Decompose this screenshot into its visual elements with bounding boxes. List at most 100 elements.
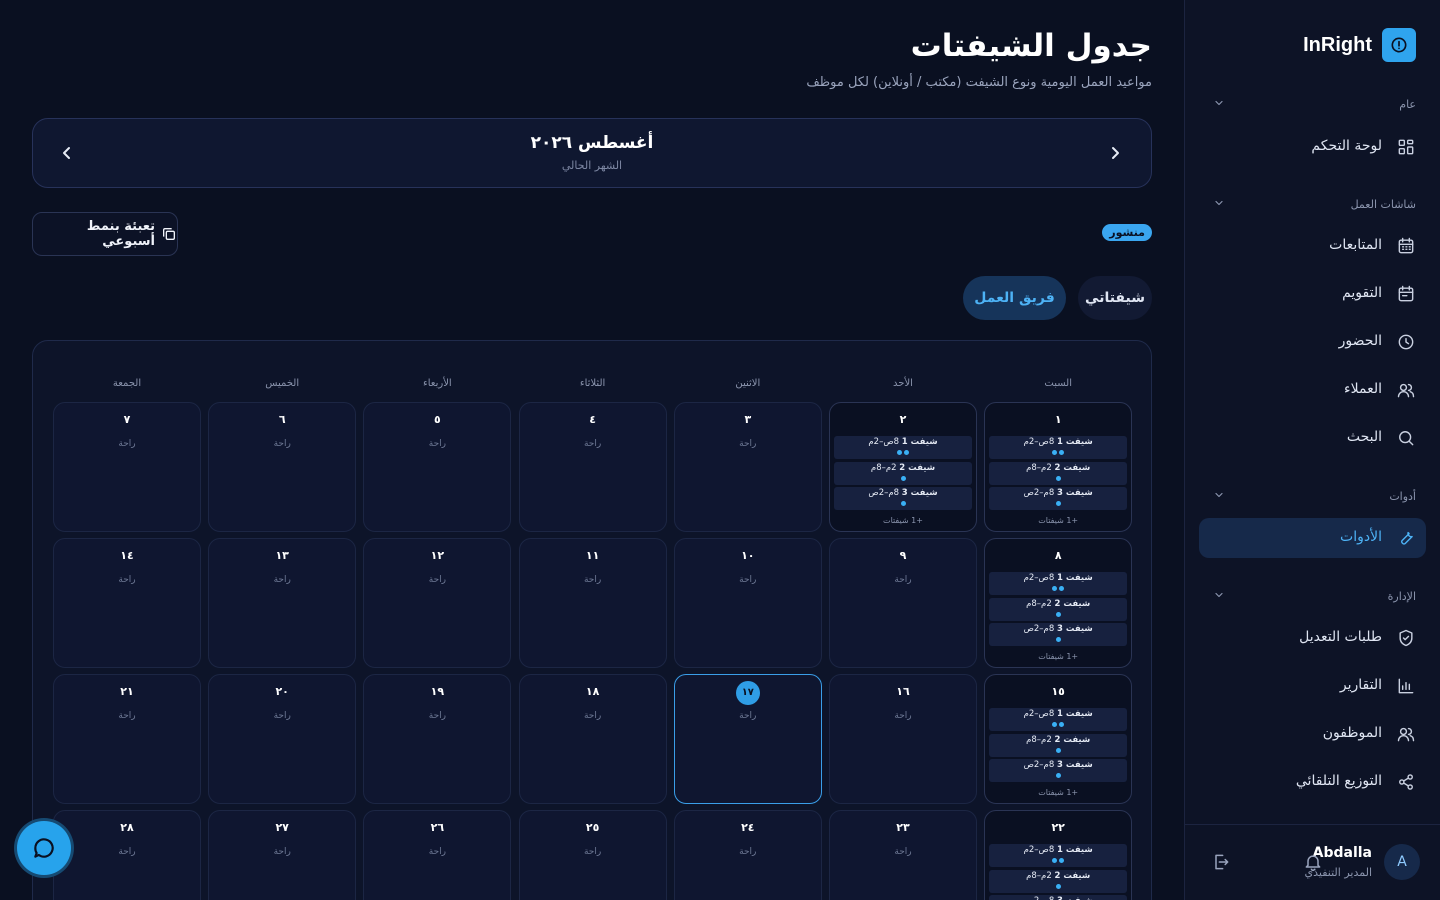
shift-time: 8ص–2م [1023,437,1055,447]
calendar-day-cell[interactable]: ٢٥ راحة [518,810,667,900]
brand[interactable]: InRight [1303,28,1416,62]
sidebar-item[interactable]: الحضور [1199,322,1426,362]
chevron-down-icon [1213,589,1225,601]
shift-chip[interactable]: شيفت 2 2م–8م [989,733,1128,757]
sidebar-item[interactable]: طلبات التعديل [1199,618,1426,658]
sidebar-section-header[interactable]: الإدارة [1185,587,1440,607]
day-number: ١٨ [585,685,600,698]
shift-chip[interactable]: شيفت 1 8ص–2م [989,436,1128,459]
assigned-staff-dots [989,475,1127,481]
sidebar-item[interactable]: المتابعات [1199,226,1426,266]
calendar-day-cell[interactable]: ٢٨ راحة [53,810,201,900]
shift-chip[interactable]: شيفت 2 2م–8م [989,597,1128,621]
shift-name: شيفت 1 [1056,845,1093,855]
sidebar-section-header[interactable]: عام [1185,95,1440,115]
shift-label: شيفت 2 2م–8م [989,463,1127,473]
shift-count: +1 شيفتات [1038,516,1079,525]
shift-time: 8م–2ص [868,488,900,498]
calendar-day-cell[interactable]: ٩ راحة [829,538,977,668]
staff-dot [1055,611,1061,617]
staff-dot [1055,637,1061,642]
sidebar-item-label: التقويم [1342,285,1382,301]
calendar-day-cell[interactable]: ١١ راحة [518,538,667,668]
rest-day-label: راحة [273,711,291,721]
calendar-day-cell[interactable]: ٤ راحة [518,402,667,532]
calendar-day-cell[interactable]: ٧ راحة [53,402,201,532]
logout-icon[interactable] [1211,852,1231,872]
calendar-day-cell[interactable]: ١٤ راحة [53,538,201,668]
sidebar-item[interactable]: الأدوات [1199,518,1426,558]
shift-chip[interactable]: شيفت 3 8م–2ص [989,487,1128,510]
day-number: ٤ [589,413,596,426]
calendar-day-cell[interactable]: ١ شيفت 1 8ص–2م شيفت 2 2م–8م شيفت 3 8م–2ص +1 … [984,402,1133,532]
sidebar-item[interactable]: العملاء [1199,370,1426,410]
calendar-day-cell[interactable]: ٨ شيفت 1 8ص–2م شيفت 2 2م–8م شيفت 3 8م–2ص +1 … [984,538,1133,668]
sidebar-section-header[interactable]: أدوات [1185,487,1440,507]
shift-chip[interactable]: شيفت 2 2م–8م [989,461,1128,485]
shift-chip[interactable]: شيفت 3 8م–2ص [989,895,1128,900]
avatar[interactable]: A [1384,844,1420,880]
calendar-day-cell[interactable]: ٢٣ راحة [829,810,977,900]
fill-weekly-pattern-button[interactable]: تعبئة بنمط أسبوعي [32,212,178,256]
shift-name: شيفت 2 [1054,598,1091,609]
calendar-day-cell[interactable]: ٢٠ راحة [208,674,357,804]
staff-dot [1052,858,1058,863]
staff-dot [1059,858,1065,863]
shift-time: 2م–8م [1026,734,1052,745]
calendar-day-cell[interactable]: ٢٦ راحة [363,810,512,900]
calendar-day-cell[interactable]: ١٨ راحة [518,674,667,804]
tab-my-shifts[interactable]: شيفتاتي [1078,276,1152,320]
sidebar-item-label: البحث [1346,429,1382,445]
calendar-day-cell[interactable]: ٢٧ راحة [208,810,357,900]
sidebar: InRight عام لوحة التحكم شاشات العمل المتابع… [1184,0,1440,900]
sidebar-section-label: عام [1399,98,1416,111]
calendar-day-cell[interactable]: ١٢ راحة [363,538,512,668]
staff-dot [904,450,909,455]
shift-label: شيفت 2 2م–8م [834,463,972,473]
shift-chip[interactable]: شيفت 1 8ص–2م [834,436,972,459]
rest-day-label: راحة [583,847,602,857]
calendar-day-cell[interactable]: ٣ راحة [673,402,822,532]
shift-name: شيفت 3 [1057,896,1093,900]
calendar-day-cell[interactable]: ٥ راحة [363,402,512,532]
shift-label: شيفت 3 8م–2ص [989,488,1127,498]
shift-chip[interactable]: شيفت 3 8م–2ص [989,759,1128,782]
rest-day-label: راحة [739,847,757,857]
shift-chip[interactable]: شيفت 3 8م–2ص [989,623,1128,646]
calendar-day-cell[interactable]: ٢ شيفت 1 8ص–2م شيفت 2 2م–8م شيفت 3 8م–2ص +1 … [829,402,977,532]
shift-chip[interactable]: شيفت 1 8ص–2م [989,572,1128,595]
shift-chip[interactable]: شيفت 2 2م–8م [989,869,1128,893]
previous-month-icon[interactable] [55,141,79,165]
calendar-day-cell[interactable]: ١٥ شيفت 1 8ص–2م شيفت 2 2م–8م شيفت 3 8م–2ص +1… [984,674,1133,804]
sidebar-item[interactable]: التوزيع التلقائي [1199,762,1426,802]
sidebar-item[interactable]: التقارير [1199,666,1426,706]
calendar-day-cell[interactable]: ١٠ راحة [673,538,822,668]
shift-chip[interactable]: شيفت 3 8م–2ص [834,487,972,510]
calendar-day-cell[interactable]: ٢٢شيفت 1 8ص–2مشيفت 2 2م–8مشيفت 3 8م–2ص+1… [984,810,1133,900]
chevron-down-icon [1213,197,1225,209]
calendar-day-cell[interactable]: ١٣ راحة [208,538,357,668]
calendar-day-cell[interactable]: ٢١ راحة [53,674,201,804]
sidebar-item[interactable]: التقويم [1199,274,1426,314]
chat-button[interactable] [17,821,71,875]
sidebar-section-header[interactable]: شاشات العمل [1185,195,1440,215]
calendar-day-cell[interactable]: ١٦ راحة [829,674,977,804]
sidebar-section-label: أدوات [1389,490,1416,503]
tab-team[interactable]: فريق العمل [963,276,1066,320]
notifications-bell-icon[interactable] [1303,852,1323,872]
fill-weekly-pattern-label: تعبئة بنمط أسبوعي [86,219,155,249]
shift-chip[interactable]: شيفت 1 8ص–2م [989,708,1128,731]
shift-chip[interactable]: شيفت 2 2م–8م [834,461,972,485]
calendar-day-cell[interactable]: ١٧ راحة [673,674,822,804]
calendar-day-cell[interactable]: ٢٤ راحة [673,810,822,900]
sidebar-item[interactable]: البحث [1199,418,1426,458]
calendar-day-cell[interactable]: ١٩ راحة [363,674,512,804]
sidebar-item[interactable]: لوحة التحكم [1199,127,1426,167]
staff-dot [1055,501,1061,506]
rest-day-label: راحة [894,711,912,721]
staff-dot [1059,586,1065,591]
shift-chip[interactable]: شيفت 1 8ص–2م [989,844,1128,867]
users-icon [1396,724,1416,744]
sidebar-item[interactable]: الموظفون [1199,714,1426,754]
calendar-day-cell[interactable]: ٦ راحة [208,402,357,532]
